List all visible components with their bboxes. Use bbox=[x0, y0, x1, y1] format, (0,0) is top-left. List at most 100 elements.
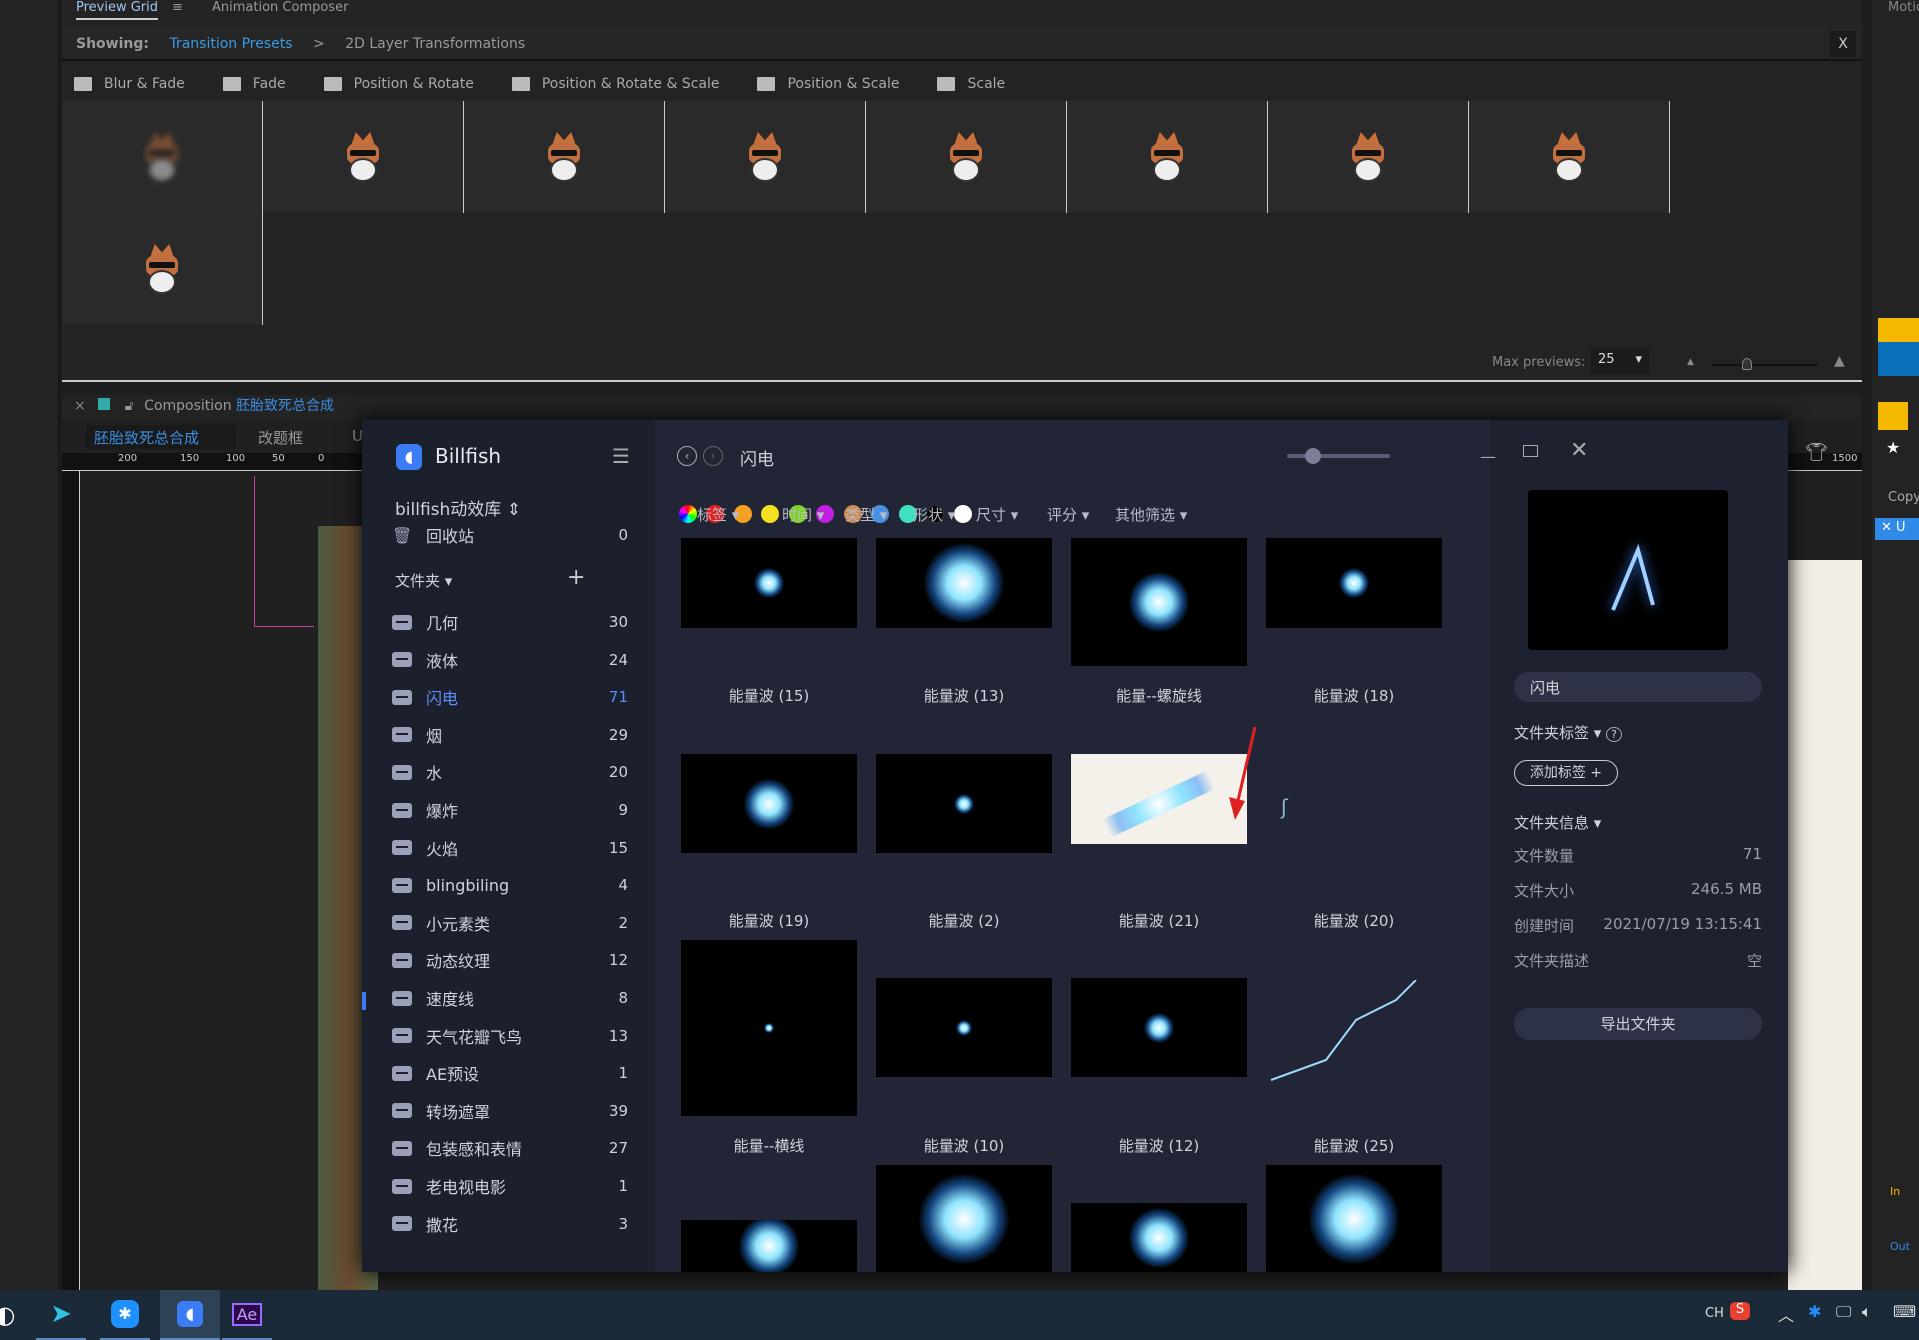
sidebar-item-folder[interactable]: 几何 30 bbox=[392, 607, 628, 637]
asset-thumbnail[interactable] bbox=[1071, 978, 1247, 1077]
preview-size-slider[interactable] bbox=[1712, 364, 1818, 366]
volume-icon[interactable]: 🔈︎ bbox=[1862, 1302, 1872, 1322]
tab-animation-composer[interactable]: Animation Composer bbox=[212, 0, 348, 15]
minimize-button[interactable]: — bbox=[1480, 447, 1496, 466]
sidebar-item-recycle[interactable]: 🗑︎ 回收站 0 bbox=[392, 520, 628, 550]
keyboard-icon[interactable]: ⌨︎ bbox=[1893, 1302, 1916, 1321]
close-icon[interactable]: × bbox=[74, 398, 86, 414]
key-icon[interactable] bbox=[1878, 318, 1919, 342]
filter-dropdown[interactable]: 形状 ▾ bbox=[913, 504, 955, 525]
help-icon[interactable]: ? bbox=[1606, 727, 1622, 742]
copy-tab[interactable]: Copy bbox=[1888, 490, 1919, 505]
preset-thumbnail[interactable] bbox=[866, 101, 1067, 213]
app-icon[interactable]: ◐ bbox=[0, 1290, 30, 1340]
max-previews-select[interactable]: 25 ▾ bbox=[1590, 348, 1650, 374]
color-filter-dot[interactable] bbox=[761, 505, 779, 523]
preset-thumbnail[interactable] bbox=[1067, 101, 1268, 213]
asset-thumbnail[interactable] bbox=[1266, 1165, 1442, 1272]
blue-button[interactable] bbox=[1878, 342, 1919, 376]
asset-thumbnail[interactable] bbox=[681, 754, 857, 853]
panel-menu-icon[interactable]: ≡ bbox=[172, 0, 183, 15]
menu-list-icon[interactable]: ☰ bbox=[612, 444, 630, 468]
folders-header[interactable]: 文件夹 ▾ bbox=[395, 570, 452, 591]
back-button[interactable]: ‹ bbox=[677, 446, 697, 466]
library-switcher[interactable]: billfish动效库 ⇕ bbox=[395, 495, 521, 520]
color-filter-dot[interactable] bbox=[953, 505, 972, 523]
comp-tab-main[interactable]: 胚胎致死总合成 bbox=[86, 425, 236, 449]
preset-folder[interactable]: Scale bbox=[937, 70, 1005, 98]
graduation-cap-icon[interactable] bbox=[1878, 402, 1908, 430]
chat-app-icon[interactable]: ✱ bbox=[100, 1290, 150, 1340]
asset-thumbnail[interactable] bbox=[681, 940, 857, 1116]
asset-thumbnail[interactable] bbox=[1071, 538, 1247, 666]
all-colors-filter[interactable] bbox=[679, 505, 697, 523]
asset-thumbnail[interactable] bbox=[1266, 538, 1442, 628]
sidebar-item-folder[interactable]: 老电视电影 1 bbox=[392, 1171, 628, 1201]
chevron-up-icon[interactable]: ︿ bbox=[1778, 1302, 1794, 1326]
lock-icon[interactable]: 🔓︎ bbox=[125, 398, 134, 414]
asset-thumbnail[interactable] bbox=[681, 1220, 857, 1272]
preset-thumbnail[interactable] bbox=[1268, 101, 1469, 213]
sidebar-item-folder[interactable]: 转场遮罩 39 bbox=[392, 1096, 628, 1126]
sidebar-item-folder[interactable]: AE预设 1 bbox=[392, 1058, 628, 1088]
sidebar-item-folder[interactable]: 火焰 15 bbox=[392, 833, 628, 863]
filter-dropdown[interactable]: 尺寸 ▾ bbox=[976, 504, 1018, 525]
preset-thumbnail[interactable] bbox=[263, 101, 464, 213]
sidebar-item-folder[interactable]: 撒花 3 bbox=[392, 1209, 628, 1239]
preset-thumbnail[interactable] bbox=[62, 101, 263, 213]
sidebar-item-folder[interactable]: 液体 24 bbox=[392, 645, 628, 675]
input-method-indicator[interactable]: CH bbox=[1705, 1306, 1724, 1321]
preset-thumbnail[interactable] bbox=[1469, 101, 1670, 213]
comp-tab-title-box[interactable]: 改题框 bbox=[258, 427, 303, 448]
billfish-taskbar-icon[interactable]: ◖ bbox=[160, 1290, 220, 1340]
preset-folder[interactable]: Position & Rotate bbox=[323, 70, 474, 98]
export-folder-button[interactable]: 导出文件夹 bbox=[1514, 1008, 1762, 1040]
close-window-button[interactable]: ✕ bbox=[1570, 438, 1588, 463]
network-icon[interactable]: 🖵︎ bbox=[1836, 1302, 1851, 1322]
asset-thumbnail[interactable] bbox=[876, 978, 1052, 1077]
maximize-button[interactable] bbox=[1523, 445, 1538, 457]
asset-thumbnail[interactable] bbox=[876, 538, 1052, 628]
in-button[interactable]: In bbox=[1890, 1185, 1900, 1198]
star-icon[interactable]: ★ bbox=[1886, 438, 1900, 457]
sidebar-item-folder[interactable]: 天气花瓣飞鸟 13 bbox=[392, 1021, 628, 1051]
slider-thumb[interactable] bbox=[1742, 358, 1752, 370]
sidebar-item-folder[interactable]: 爆炸 9 bbox=[392, 795, 628, 825]
sidebar-item-folder[interactable]: 烟 29 bbox=[392, 720, 628, 750]
filter-dropdown[interactable]: 标签 ▾ bbox=[697, 504, 739, 525]
thumbnail-size-slider[interactable] bbox=[1287, 454, 1390, 458]
out-button[interactable]: Out bbox=[1890, 1240, 1910, 1253]
add-folder-icon[interactable]: + bbox=[567, 565, 585, 590]
preset-folder[interactable]: Fade bbox=[222, 70, 286, 98]
sidebar-item-folder[interactable]: 闪电 71 bbox=[392, 682, 628, 712]
asset-thumbnail[interactable] bbox=[876, 754, 1052, 853]
folder-tags-header[interactable]: 文件夹标签 ▾ ? bbox=[1514, 722, 1622, 743]
folder-name-field[interactable]: 闪电 bbox=[1514, 672, 1762, 702]
breadcrumb-root[interactable]: Transition Presets bbox=[169, 36, 292, 52]
preset-thumbnail[interactable] bbox=[464, 101, 665, 213]
add-tag-button[interactable]: 添加标签 + bbox=[1514, 760, 1618, 786]
sidebar-item-folder[interactable]: 动态纹理 12 bbox=[392, 945, 628, 975]
skin-shirt-icon[interactable]: 👕︎ bbox=[1805, 442, 1828, 463]
telegram-icon[interactable]: ➤ bbox=[36, 1290, 86, 1340]
filter-dropdown[interactable]: 时间 ▾ bbox=[782, 504, 824, 525]
filter-dropdown[interactable]: 评分 ▾ bbox=[1047, 504, 1089, 525]
after-effects-icon[interactable]: Ae bbox=[222, 1290, 272, 1340]
preset-thumbnail[interactable] bbox=[62, 213, 263, 325]
preset-folder[interactable]: Position & Rotate & Scale bbox=[511, 70, 719, 98]
sidebar-item-folder[interactable]: 速度线 8 bbox=[392, 983, 628, 1013]
preset-folder[interactable]: Blur & Fade bbox=[74, 70, 185, 98]
tab-preview-grid[interactable]: Preview Grid bbox=[76, 0, 159, 20]
close-button[interactable]: X bbox=[1830, 31, 1856, 57]
asset-thumbnail[interactable] bbox=[1071, 1203, 1247, 1272]
sidebar-item-folder[interactable]: 水 20 bbox=[392, 757, 628, 787]
forward-button[interactable]: › bbox=[703, 446, 723, 466]
sogou-icon[interactable]: S bbox=[1730, 1302, 1750, 1320]
folder-info-header[interactable]: 文件夹信息 ▾ bbox=[1514, 812, 1601, 833]
sidebar-item-folder[interactable]: 包装感和表情 27 bbox=[392, 1133, 628, 1163]
filter-dropdown[interactable]: 其他筛选 ▾ bbox=[1115, 504, 1187, 525]
asset-thumbnail[interactable] bbox=[681, 538, 857, 628]
sidebar-item-folder[interactable]: blingbiling 4 bbox=[392, 870, 628, 900]
tray-chat-icon[interactable]: ✱ bbox=[1808, 1302, 1821, 1321]
asset-thumbnail[interactable] bbox=[876, 1165, 1052, 1272]
